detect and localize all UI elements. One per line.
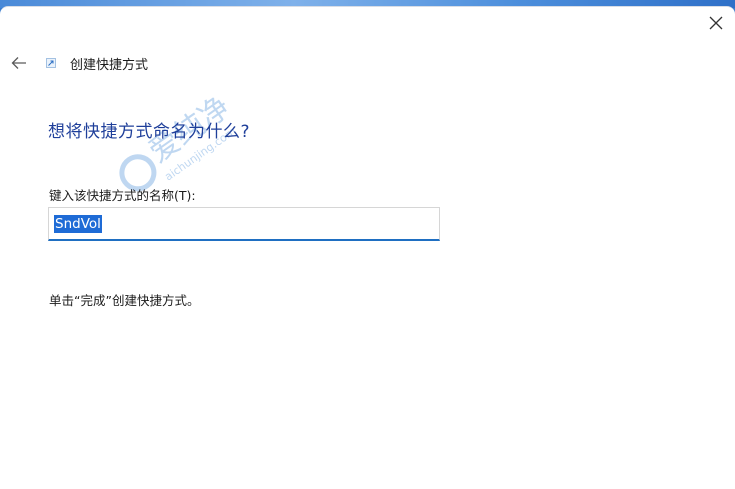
back-arrow-icon bbox=[11, 57, 26, 69]
page-heading: 想将快捷方式命名为什么? bbox=[48, 122, 251, 142]
close-icon bbox=[709, 16, 723, 30]
create-shortcut-dialog: 创建快捷方式 爱纯净 aichunjing.com 想将快捷方式命名为什么? 键… bbox=[0, 6, 735, 489]
close-button[interactable] bbox=[699, 7, 733, 39]
window-title: 创建快捷方式 bbox=[70, 57, 149, 73]
finish-instruction: 单击“完成”创建快捷方式。 bbox=[49, 293, 200, 308]
wizard-header: 创建快捷方式 bbox=[44, 52, 148, 74]
shortcut-name-input[interactable]: SndVol bbox=[48, 207, 440, 241]
shortcut-icon bbox=[44, 56, 58, 70]
name-field-label: 键入该快捷方式的名称(T): bbox=[49, 188, 196, 203]
shortcut-name-value: SndVol bbox=[54, 215, 102, 233]
back-button[interactable] bbox=[6, 50, 32, 76]
watermark: 爱纯净 aichunjing.com bbox=[96, 85, 256, 199]
